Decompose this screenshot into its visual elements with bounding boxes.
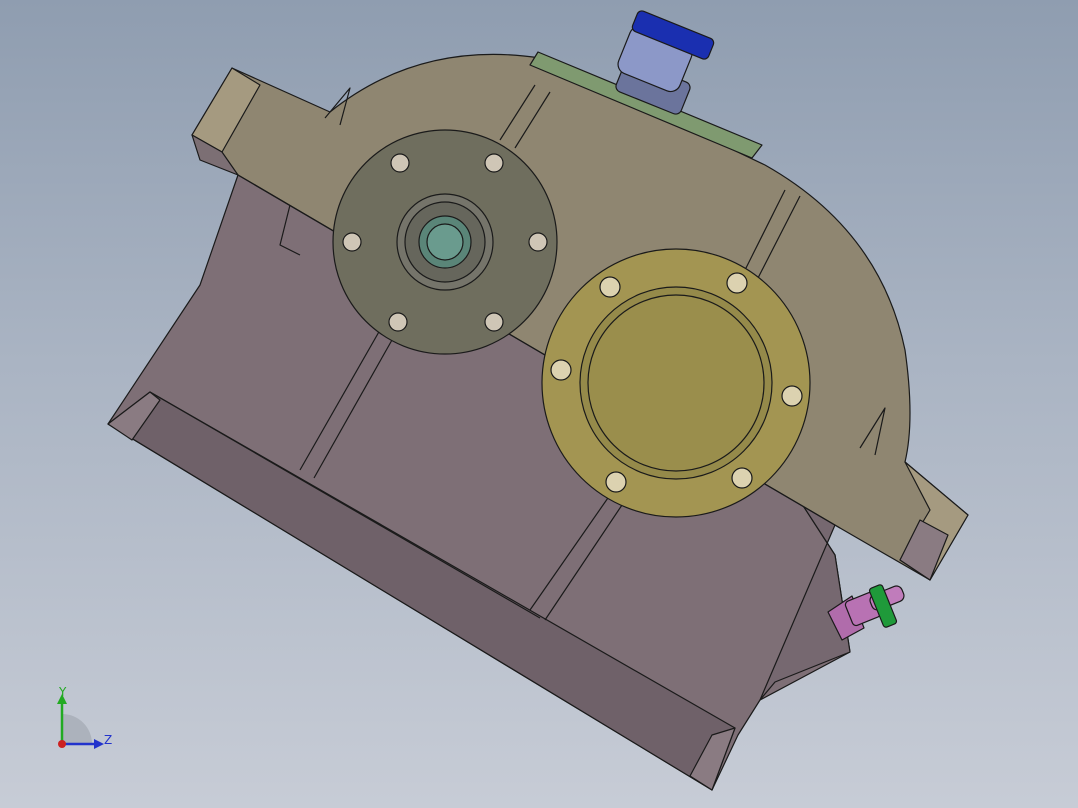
left-bearing-cap[interactable] — [332, 129, 558, 355]
bolt-hole — [484, 312, 504, 332]
bolt-hole — [781, 385, 803, 407]
bolt-hole — [388, 312, 408, 332]
bolt-hole — [342, 232, 362, 252]
cad-viewport[interactable] — [0, 0, 1078, 808]
bolt-hole — [605, 471, 627, 493]
bolt-hole — [731, 467, 753, 489]
bolt-hole — [390, 153, 410, 173]
bolt-hole — [726, 272, 748, 294]
axis-triad: Y Z — [57, 686, 112, 749]
z-axis-arrow — [94, 739, 104, 749]
bolt-hole — [484, 153, 504, 173]
x-axis-dot — [58, 740, 66, 748]
y-axis-label: Y — [58, 686, 67, 699]
right-bearing-cap[interactable] — [541, 248, 811, 518]
axis-triad-shade — [62, 714, 92, 744]
bolt-hole — [599, 276, 621, 298]
z-axis-label: Z — [104, 733, 112, 747]
bolt-hole — [528, 232, 548, 252]
bolt-hole — [550, 359, 572, 381]
